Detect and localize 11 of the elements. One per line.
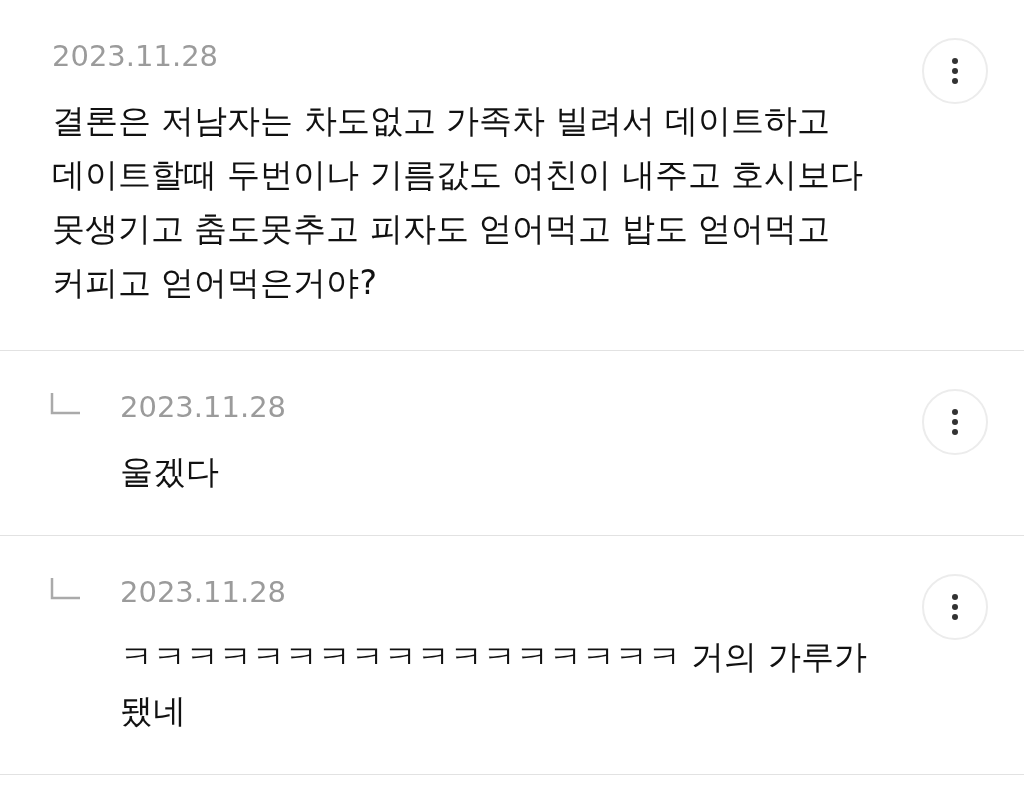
vertical-dots-icon	[952, 58, 958, 84]
vertical-dots-icon	[952, 409, 958, 435]
comment-text: 울겠다	[120, 451, 220, 493]
reply-corner-icon	[50, 393, 80, 415]
comment-date: 2023.11.28	[52, 38, 220, 75]
comment-text: ㅋㅋㅋㅋㅋㅋㅋㅋㅋㅋㅋㅋㅋㅋㅋㅋㅋ 거의 가루가 됐네	[120, 636, 868, 732]
comment-text: 결론은 저남자는 차도없고 가족차 빌려서 데이트하고 데이트할때 두번이나 기름값도 여친이 내주고 호시보다 못생기고 춤도못추고 피자도 얻어먹고 밥도 얻어먹고 커피고 얻어먹은거야?	[52, 100, 865, 304]
vertical-dots-icon	[952, 594, 958, 620]
comment-date: 2023.11.28	[120, 389, 288, 426]
comment-date: 2023.11.28	[120, 574, 288, 611]
reply-corner-icon	[50, 578, 80, 600]
